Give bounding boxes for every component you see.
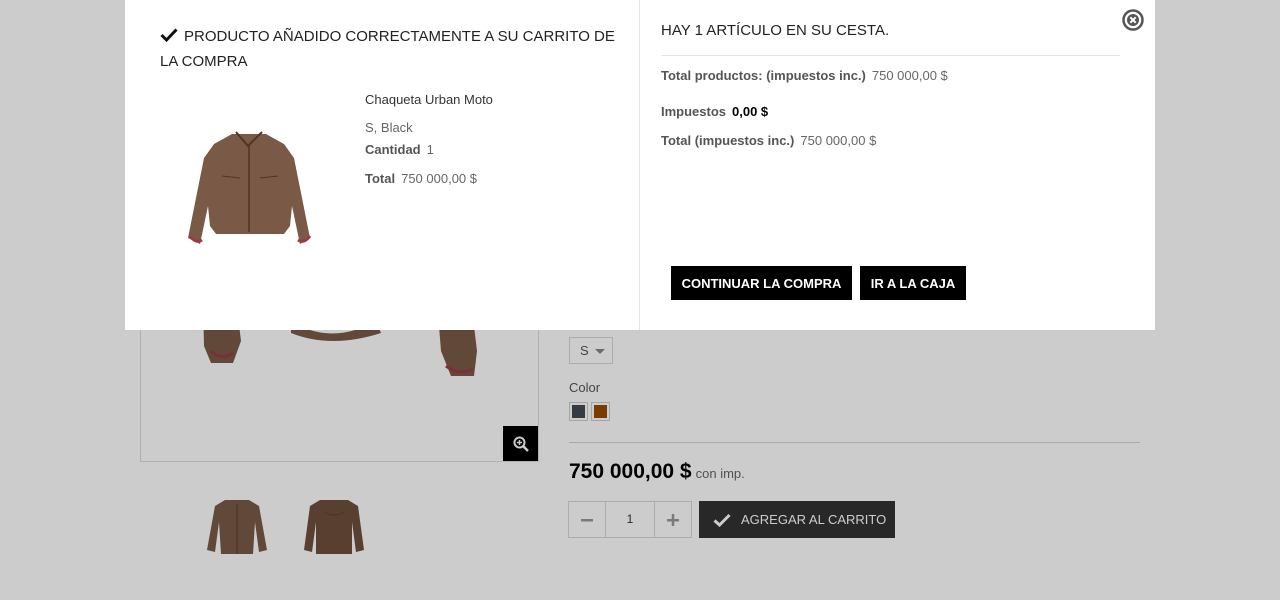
grand-total-value: 750 000,00 $ [800,133,877,148]
modal-product-total: Total 750 000,00 $ [365,171,477,186]
total-value: 750 000,00 $ [401,171,477,186]
check-icon [160,28,178,43]
grand-total-label: Total (impuestos inc.) [661,133,795,148]
modal-cart-summary: HAY 1 ARTÍCULO EN SU CESTA. Total produc… [641,0,1155,330]
total-products-line: Total productos: (impuestos inc.) 750 000… [661,68,948,83]
close-circle-icon[interactable] [1122,9,1144,31]
quantity-label: Cantidad [365,142,421,157]
modal-product-attributes: S, Black [365,120,413,135]
success-title: PRODUCTO AÑADIDO CORRECTAMENTE A SU CARR… [160,24,620,74]
total-products-value: 750 000,00 $ [871,68,948,83]
cart-count-text: HAY 1 ARTÍCULO EN SU CESTA. [661,22,890,39]
continue-shopping-button[interactable]: CONTINUAR LA COMPRA [671,266,852,300]
taxes-line: Impuestos 0,00 $ [661,104,768,119]
modal-product-name: Chaqueta Urban Moto [365,92,493,107]
taxes-value: 0,00 $ [732,104,769,119]
checkout-button[interactable]: IR A LA CAJA [860,266,966,300]
success-title-text: PRODUCTO AÑADIDO CORRECTAMENTE A SU CARR… [160,28,615,70]
jacket-image [188,131,312,244]
total-products-label: Total productos: (impuestos inc.) [661,68,866,83]
modal-product-panel: PRODUCTO AÑADIDO CORRECTAMENTE A SU CARR… [125,0,640,330]
modal-product-quantity: Cantidad 1 [365,142,434,157]
grand-total-line: Total (impuestos inc.) 750 000,00 $ [661,133,876,148]
modal-product-image [160,98,338,258]
taxes-label: Impuestos [661,104,727,119]
divider [661,55,1120,56]
cart-modal: PRODUCTO AÑADIDO CORRECTAMENTE A SU CARR… [125,0,1155,330]
total-label: Total [365,171,396,186]
quantity-value: 1 [426,142,434,157]
